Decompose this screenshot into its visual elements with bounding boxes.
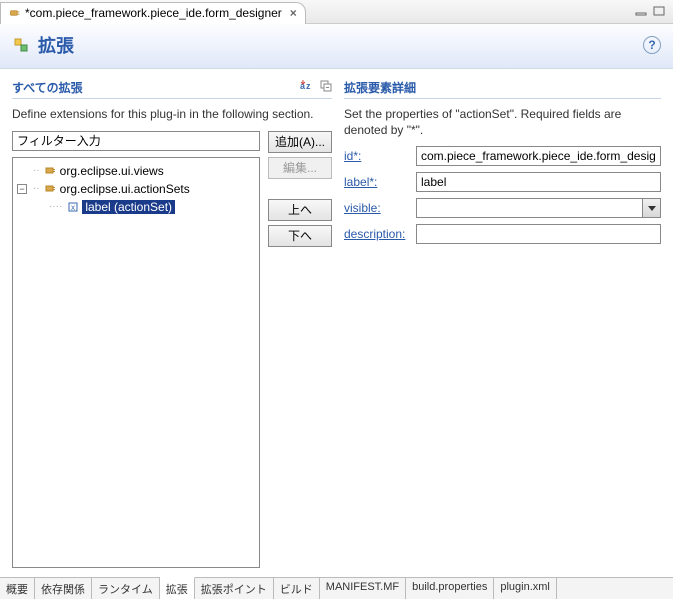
extension-node-icon [45,183,57,195]
close-icon[interactable]: × [290,6,297,20]
description-field[interactable] [416,224,661,244]
tree-node[interactable]: ·· org.eclipse.ui.views [17,162,255,180]
details-section: 拡張要素詳細 Set the properties of "actionSet"… [344,79,661,568]
plugin-icon [9,7,21,19]
edit-button[interactable]: 編集... [268,157,332,179]
add-button[interactable]: 追加(A)... [268,131,332,153]
property-label-visible[interactable]: visible: [344,201,416,215]
property-label-description[interactable]: description: [344,227,416,241]
minimize-icon[interactable] [635,5,647,19]
property-label-id[interactable]: id*: [344,149,416,163]
property-label-label[interactable]: label*: [344,175,416,189]
page-title: 拡張 [38,32,74,58]
dropdown-icon[interactable] [643,198,661,218]
tab-build-properties[interactable]: build.properties [406,578,494,599]
svg-text:z: z [306,81,311,91]
editor-tab-title: *com.piece_framework.piece_ide.form_desi… [25,6,282,20]
editor-bottom-tabs: 概要 依存関係 ランタイム 拡張 拡張ポイント ビルド MANIFEST.MF … [0,577,673,599]
extensions-tree[interactable]: ·· org.eclipse.ui.views − ·· org.eclipse… [12,157,260,568]
sort-icon[interactable]: az [300,80,314,95]
tree-collapse-icon[interactable]: − [17,184,27,194]
editor-tab-bar: *com.piece_framework.piece_ide.form_desi… [0,0,673,24]
form-header: 拡張 ? [0,24,673,69]
tree-connector: ·· [33,165,40,176]
tree-node[interactable]: − ·· org.eclipse.ui.actionSets [17,180,255,198]
tab-plugin-xml[interactable]: plugin.xml [494,578,557,599]
maximize-icon[interactable] [653,5,665,19]
extension-icon [12,36,30,54]
property-row-description: description: [344,224,661,244]
tab-extensions[interactable]: 拡張 [160,577,195,599]
collapse-all-icon[interactable] [320,80,332,95]
tree-node[interactable]: ···· x label (actionSet) [17,198,255,216]
label-field[interactable] [416,172,661,192]
filter-input[interactable] [12,131,260,151]
details-section-title: 拡張要素詳細 [344,79,661,99]
tree-connector: ···· [49,201,62,212]
help-button[interactable]: ? [643,36,661,54]
tree-twisty-empty [33,202,43,212]
tree-connector: ·· [33,183,40,194]
extension-node-icon [45,165,57,177]
extensions-section-title: すべての拡張 az [12,79,332,99]
property-row-visible: visible: [344,198,661,218]
tab-overview[interactable]: 概要 [0,578,35,599]
element-node-icon: x [67,201,79,213]
id-field[interactable] [416,146,661,166]
tree-node-label-selected: label (actionSet) [82,200,175,214]
tree-node-label: org.eclipse.ui.views [60,164,164,178]
property-row-id: id*: [344,146,661,166]
property-row-label: label*: [344,172,661,192]
tree-buttons: 追加(A)... 編集... 上へ 下へ [268,131,332,568]
tab-dependencies[interactable]: 依存関係 [35,578,92,599]
visible-select[interactable] [416,198,643,218]
details-description: Set the properties of "actionSet". Requi… [344,107,661,138]
tab-build[interactable]: ビルド [274,578,320,599]
details-title-text: 拡張要素詳細 [344,79,416,96]
extensions-title-text: すべての拡張 [12,79,83,96]
tab-manifest[interactable]: MANIFEST.MF [320,578,406,599]
form-body: すべての拡張 az Define extensions for this plu… [0,69,673,578]
tab-extension-points[interactable]: 拡張ポイント [195,578,274,599]
tree-twisty-empty [17,166,27,176]
tree-node-label: org.eclipse.ui.actionSets [60,182,190,196]
move-down-button[interactable]: 下へ [268,225,332,247]
move-up-button[interactable]: 上へ [268,199,332,221]
svg-text:x: x [71,203,75,212]
editor-toolbar [635,5,673,19]
extensions-description: Define extensions for this plug-in in th… [12,107,332,123]
extensions-section: すべての拡張 az Define extensions for this plu… [12,79,332,568]
editor-tab[interactable]: *com.piece_framework.piece_ide.form_desi… [0,2,306,24]
tab-runtime[interactable]: ランタイム [92,578,160,599]
